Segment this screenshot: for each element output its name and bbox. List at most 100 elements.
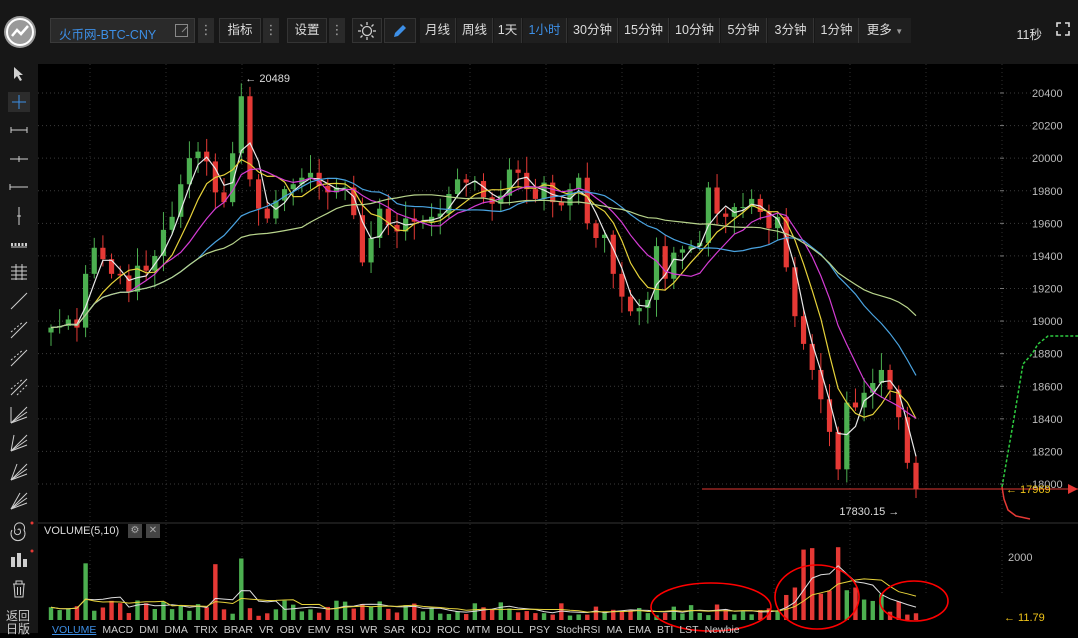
volume-bar: [464, 614, 469, 620]
candle-body: [256, 179, 262, 209]
trash-icon[interactable]: [13, 580, 25, 598]
ray-icon[interactable]: [10, 321, 28, 339]
indicator-tab[interactable]: KDJ: [411, 624, 431, 636]
indicator-tab[interactable]: MTM: [466, 624, 490, 636]
extended-line-icon[interactable]: [10, 349, 28, 367]
indicator-tab[interactable]: PSY: [529, 624, 550, 636]
candle-body: [238, 96, 244, 154]
close-icon[interactable]: ✕: [146, 524, 160, 538]
pitchfork-icon[interactable]: [10, 492, 28, 510]
logo-icon: [4, 16, 36, 48]
indicator-tab[interactable]: MA: [606, 624, 622, 636]
timeframe-button[interactable]: 3分钟: [768, 18, 814, 43]
volume-bar: [342, 601, 348, 620]
more-options-icon[interactable]: ⋮: [329, 18, 345, 43]
indicator-tab[interactable]: RSI: [337, 624, 355, 636]
volume-bars: [48, 547, 919, 620]
more-options-icon[interactable]: ⋮: [198, 18, 214, 43]
current-price-label: ← 17969: [1006, 484, 1051, 496]
price-chart[interactable]: 20400 20200 20000 19800 19600 19400 19200 19000…: [38, 64, 1078, 633]
draw-button[interactable]: [384, 18, 416, 43]
external-link-icon[interactable]: [175, 24, 188, 37]
trend-line-icon[interactable]: [10, 292, 28, 310]
indicator-tab[interactable]: VOLUME: [52, 624, 96, 636]
indicator-tab[interactable]: VR: [259, 624, 274, 636]
segment-icon[interactable]: [10, 127, 28, 133]
indicator-tab[interactable]: ROC: [437, 624, 460, 636]
indicator-tab[interactable]: SAR: [384, 624, 406, 636]
theme-toggle-button[interactable]: [352, 18, 382, 43]
candle-body: [636, 308, 642, 312]
volume-bar: [619, 610, 625, 620]
volume-bar: [204, 607, 209, 620]
volume-bar: [187, 610, 192, 620]
volume-bar: [256, 615, 261, 620]
pattern-icon[interactable]: [11, 549, 34, 568]
volume-bar: [135, 600, 140, 620]
indicator-tab[interactable]: TRIX: [194, 624, 218, 636]
spiral-icon[interactable]: [10, 521, 34, 542]
timeframe-button[interactable]: 5分钟: [721, 18, 767, 43]
indicator-tab[interactable]: DMI: [139, 624, 158, 636]
timeframe-button[interactable]: 30分钟: [568, 18, 618, 43]
candle-body: [143, 265, 149, 271]
timeframe-button[interactable]: 1分钟: [815, 18, 859, 43]
fullscreen-icon[interactable]: [1056, 22, 1070, 36]
volume-bar: [905, 614, 910, 620]
indicator-tab[interactable]: EMA: [628, 624, 651, 636]
timeframe-button[interactable]: 月线: [420, 18, 456, 43]
volume-bar: [749, 614, 754, 620]
volume-bar: [861, 599, 867, 620]
return-link[interactable]: 返回 日版: [6, 610, 30, 636]
timeframe-button[interactable]: 10分钟: [670, 18, 720, 43]
horizontal-line-icon[interactable]: [9, 184, 28, 190]
indicator-tab[interactable]: OBV: [280, 624, 302, 636]
indicator-tab[interactable]: WR: [360, 624, 378, 636]
timeframe-button[interactable]: 15分钟: [619, 18, 669, 43]
candle-body: [619, 273, 625, 297]
crosshair-icon[interactable]: [8, 92, 30, 112]
candle-body: [627, 296, 634, 312]
indicator-tabs: VOLUME MACD DMI DMA TRIX BRAR VR OBV EMV RSI WR SAR…: [52, 624, 746, 636]
timeframe-button[interactable]: 1小时: [523, 18, 567, 43]
price-tick-label: 18800: [1032, 349, 1063, 361]
candle-body: [532, 189, 538, 199]
settings-button[interactable]: 设置: [287, 18, 327, 43]
volume-bar: [489, 609, 495, 620]
more-timeframes-dropdown[interactable]: 更多 ▼: [859, 18, 911, 43]
indicator-tab[interactable]: Newbie: [705, 624, 740, 636]
volume-bar: [161, 601, 166, 620]
indicator-tab[interactable]: EMV: [308, 624, 331, 636]
current-price-arrow: [1068, 484, 1078, 495]
pencil-icon: [394, 25, 406, 37]
volume-bar: [585, 614, 590, 620]
cursor-icon[interactable]: [14, 67, 23, 81]
indicator-tab[interactable]: LST: [679, 624, 698, 636]
price-axis: 20400 20200 20000 19800 19600 19400 19200 19000…: [1000, 88, 1063, 491]
indicator-tab[interactable]: StochRSI: [556, 624, 600, 636]
parallel-channel-icon[interactable]: [11, 264, 27, 280]
vertical-line-icon[interactable]: [17, 207, 21, 225]
volume-panel-label: VOLUME(5,10): [44, 525, 120, 537]
candle-body: [307, 172, 314, 178]
price-range-icon[interactable]: [11, 243, 27, 248]
horizontal-ray-icon[interactable]: [10, 156, 28, 162]
volume-bar: [844, 590, 849, 620]
fib-fan-2-icon[interactable]: [10, 434, 28, 452]
symbol-search-input[interactable]: 火币网-BTC-CNY: [50, 18, 195, 43]
indicator-tab[interactable]: DMA: [165, 624, 188, 636]
indicator-tab[interactable]: MACD: [102, 624, 133, 636]
indicator-tab[interactable]: BTI: [657, 624, 673, 636]
arrow-icon[interactable]: [10, 378, 28, 396]
timeframe-button[interactable]: 1天: [494, 18, 522, 43]
fib-fan-3-icon[interactable]: [10, 463, 28, 481]
indicator-tab[interactable]: BRAR: [224, 624, 253, 636]
gear-icon[interactable]: ⚙: [128, 524, 142, 538]
fib-fan-icon[interactable]: [10, 406, 28, 424]
indicator-tab[interactable]: BOLL: [496, 624, 523, 636]
more-options-icon[interactable]: ⋮: [263, 18, 279, 43]
drawing-tools-sidebar: 返回 日版: [0, 64, 38, 636]
price-tick-label: 19600: [1032, 218, 1063, 230]
timeframe-button[interactable]: 周线: [457, 18, 493, 43]
indicators-button[interactable]: 指标: [219, 18, 261, 43]
